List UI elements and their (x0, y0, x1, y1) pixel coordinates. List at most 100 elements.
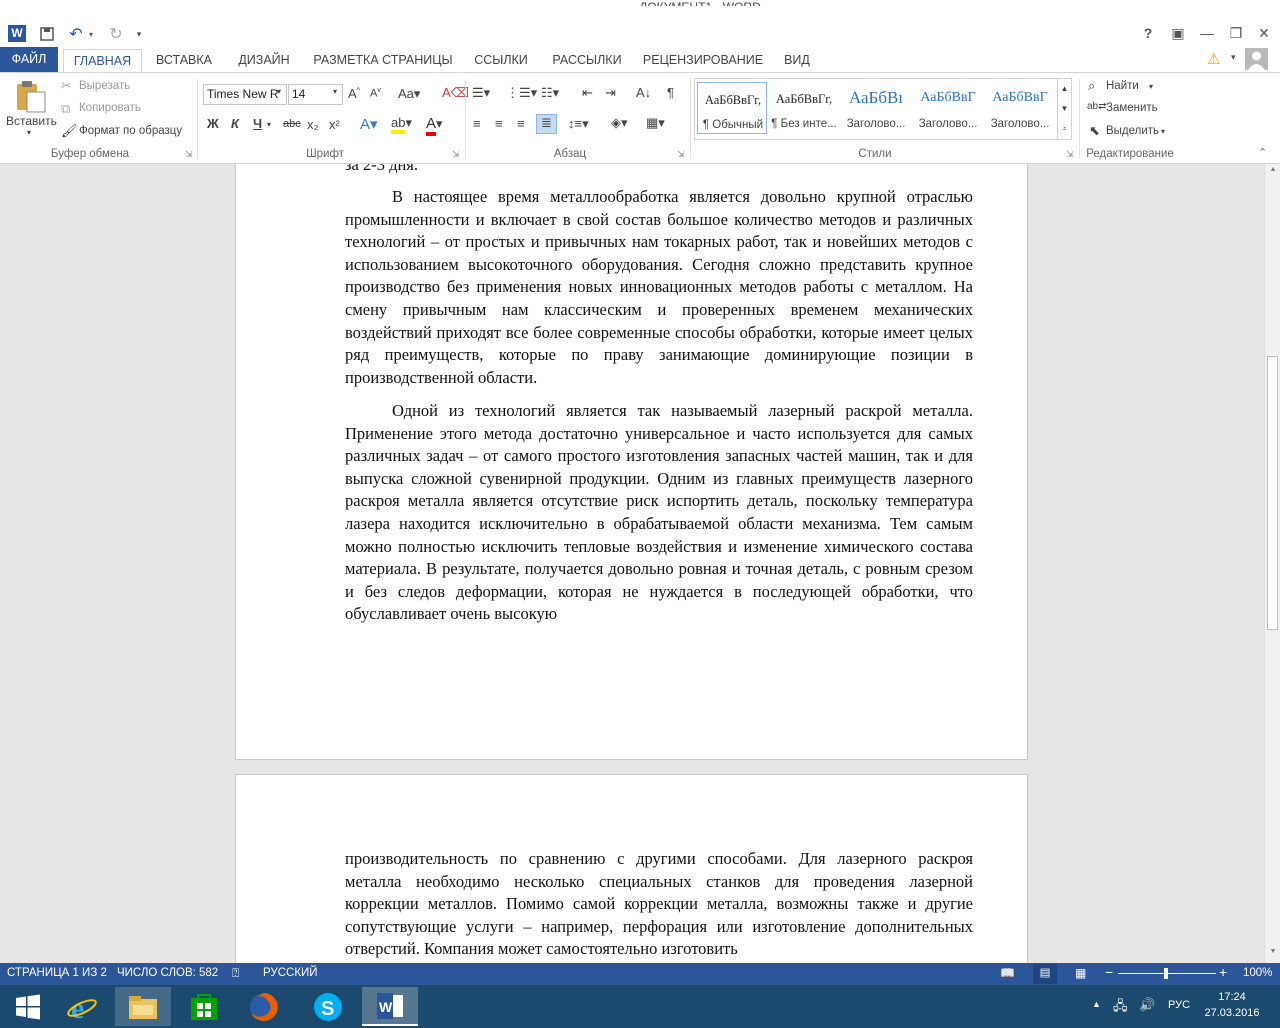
vertical-scrollbar[interactable]: ▲ ▼ (1264, 164, 1280, 963)
paste-dropdown-icon[interactable]: ▾ (27, 128, 31, 137)
zoom-out-button[interactable]: − (1105, 964, 1113, 980)
paste-icon[interactable] (14, 79, 48, 113)
align-left-icon[interactable]: ≡ (473, 116, 481, 131)
restore-button[interactable]: ❐ (1222, 25, 1250, 43)
clipboard-launcher-icon[interactable]: ⇲ (185, 149, 193, 160)
superscript-button[interactable]: x² (329, 117, 340, 132)
skype-icon[interactable]: S (300, 987, 356, 1026)
file-explorer-icon[interactable] (115, 987, 171, 1026)
font-size-dropdown-icon[interactable]: ▾ (333, 87, 337, 96)
find-dropdown-icon[interactable]: ▾ (1149, 82, 1153, 91)
bold-button[interactable]: Ж (207, 116, 219, 131)
underline-button[interactable]: Ч (253, 116, 262, 131)
sort-icon[interactable]: A↓ (636, 85, 651, 100)
tab-design[interactable]: ДИЗАЙН (229, 49, 299, 72)
style-normal[interactable]: АаБбВвГг, ¶ Обычный (697, 82, 767, 134)
find-icon[interactable]: ⌕ (1088, 78, 1095, 94)
borders-icon[interactable]: ▦▾ (646, 115, 665, 131)
numbering-icon[interactable]: ⋮☰▾ (506, 85, 537, 101)
warning-icon[interactable]: ⚠ (1207, 50, 1220, 68)
paragraph-2[interactable]: Одной из технологий является так называе… (345, 400, 973, 626)
volume-icon[interactable]: 🔊 (1139, 997, 1155, 1013)
increase-indent-icon[interactable]: ⇥ (605, 85, 616, 101)
clock-date[interactable]: 27.03.2016 (1202, 1007, 1262, 1019)
tab-home[interactable]: ГЛАВНАЯ (63, 49, 142, 72)
style-heading-2[interactable]: АаБбВвГ Заголово... (913, 82, 983, 134)
show-marks-icon[interactable]: ¶ (667, 85, 674, 100)
styles-more-icon[interactable]: ⩡ (1057, 119, 1071, 139)
store-icon[interactable] (176, 987, 232, 1026)
start-button[interactable] (0, 987, 56, 1026)
zoom-level[interactable]: 100% (1243, 967, 1272, 979)
text-effects-icon[interactable]: A▾ (360, 115, 378, 133)
copy-button[interactable]: Копировать (79, 102, 141, 114)
firefox-icon[interactable] (236, 987, 292, 1026)
paragraph-3[interactable]: производительность по сравнению с другим… (345, 848, 973, 961)
copy-icon[interactable]: ⧉ (61, 101, 70, 117)
styles-scroll-up-icon[interactable]: ▲ (1057, 79, 1071, 99)
grow-font-icon[interactable]: A^ (348, 86, 360, 101)
undo-dropdown-icon[interactable]: ▾ (87, 24, 95, 44)
replace-button[interactable]: Заменить (1106, 102, 1158, 114)
select-button[interactable]: Выделить (1106, 125, 1159, 137)
underline-dropdown-icon[interactable]: ▾ (267, 120, 271, 129)
shading-icon[interactable]: ◈▾ (611, 115, 628, 131)
scroll-up-arrow-icon[interactable]: ▲ (1267, 166, 1279, 178)
bullets-icon[interactable]: ☰▾ (472, 85, 490, 101)
tab-insert[interactable]: ВСТАВКА (148, 49, 220, 72)
font-color-icon[interactable]: A▾ (426, 115, 443, 136)
shrink-font-icon[interactable]: Av (370, 87, 381, 100)
tab-view[interactable]: ВИД (776, 49, 818, 72)
replace-icon[interactable]: ab⇄ (1087, 101, 1107, 112)
font-launcher-icon[interactable]: ⇲ (452, 149, 460, 160)
collapse-ribbon-icon[interactable]: ⌃ (1258, 146, 1267, 159)
format-painter-button[interactable]: Формат по образцу (79, 125, 182, 137)
scroll-thumb[interactable] (1267, 356, 1278, 630)
styles-scroll-down-icon[interactable]: ▼ (1057, 99, 1071, 119)
cut-button[interactable]: Вырезать (79, 80, 130, 92)
justify-icon[interactable]: ≣ (536, 114, 557, 134)
help-button[interactable]: ? (1134, 25, 1162, 43)
tab-file[interactable]: ФАЙЛ (0, 47, 58, 72)
language-status[interactable]: РУССКИЙ (263, 967, 318, 979)
undo-icon[interactable]: ↶ (64, 24, 88, 44)
change-case-icon[interactable]: Aa▾ (398, 86, 420, 102)
select-icon[interactable]: ⬉ (1089, 123, 1100, 139)
zoom-in-button[interactable]: + (1219, 964, 1227, 980)
find-button[interactable]: Найти (1106, 80, 1139, 92)
minimize-button[interactable]: — (1193, 25, 1221, 43)
close-button[interactable]: ✕ (1250, 25, 1278, 43)
customize-qat-icon[interactable]: ▾ (132, 24, 146, 44)
account-dropdown-icon[interactable]: ▾ (1231, 52, 1236, 63)
clock-time[interactable]: 17:24 (1206, 991, 1258, 1003)
word-taskbar-icon[interactable]: W (362, 987, 418, 1026)
paragraph-1[interactable]: В настоящее время металлообработка являе… (345, 186, 973, 389)
word-count-status[interactable]: ЧИСЛО СЛОВ: 582 (117, 967, 218, 979)
select-dropdown-icon[interactable]: ▾ (1161, 127, 1165, 136)
styles-launcher-icon[interactable]: ⇲ (1066, 149, 1074, 160)
tab-review[interactable]: РЕЦЕНЗИРОВАНИЕ (638, 49, 768, 72)
page-count-status[interactable]: СТРАНИЦА 1 ИЗ 2 (7, 967, 107, 979)
cut-icon[interactable]: ✂ (61, 78, 72, 94)
paste-button[interactable]: Вставить (6, 114, 57, 128)
web-layout-icon[interactable]: ▦ (1075, 966, 1086, 980)
word-app-icon[interactable]: W (8, 25, 26, 42)
font-name-combo[interactable]: Times New R (203, 84, 287, 105)
scroll-down-arrow-icon[interactable]: ▼ (1267, 948, 1279, 960)
highlight-color-icon[interactable]: ab▾ (391, 115, 412, 134)
strikethrough-button[interactable]: abc (283, 118, 301, 130)
format-painter-icon[interactable]: 🖌 (61, 123, 78, 139)
paragraph-launcher-icon[interactable]: ⇲ (677, 149, 685, 160)
network-icon[interactable]: 🖧 (1113, 997, 1128, 1019)
align-center-icon[interactable]: ≡ (495, 116, 503, 131)
line-spacing-icon[interactable]: ↕≡▾ (568, 116, 589, 132)
style-no-spacing[interactable]: АаБбВвГг, ¶ Без инте... (769, 82, 839, 134)
read-mode-icon[interactable]: 📖 (1000, 966, 1015, 980)
subscript-button[interactable]: x₂ (307, 117, 319, 132)
save-icon[interactable] (37, 24, 57, 44)
tab-layout[interactable]: РАЗМЕТКА СТРАНИЦЫ (308, 49, 458, 72)
style-heading-3[interactable]: АаБбВвГ Заголово... (985, 82, 1055, 134)
tab-mailings[interactable]: РАССЫЛКИ (545, 49, 629, 72)
proofing-icon[interactable]: ⍰ (232, 966, 239, 981)
font-name-dropdown-icon[interactable]: ▾ (277, 87, 281, 96)
